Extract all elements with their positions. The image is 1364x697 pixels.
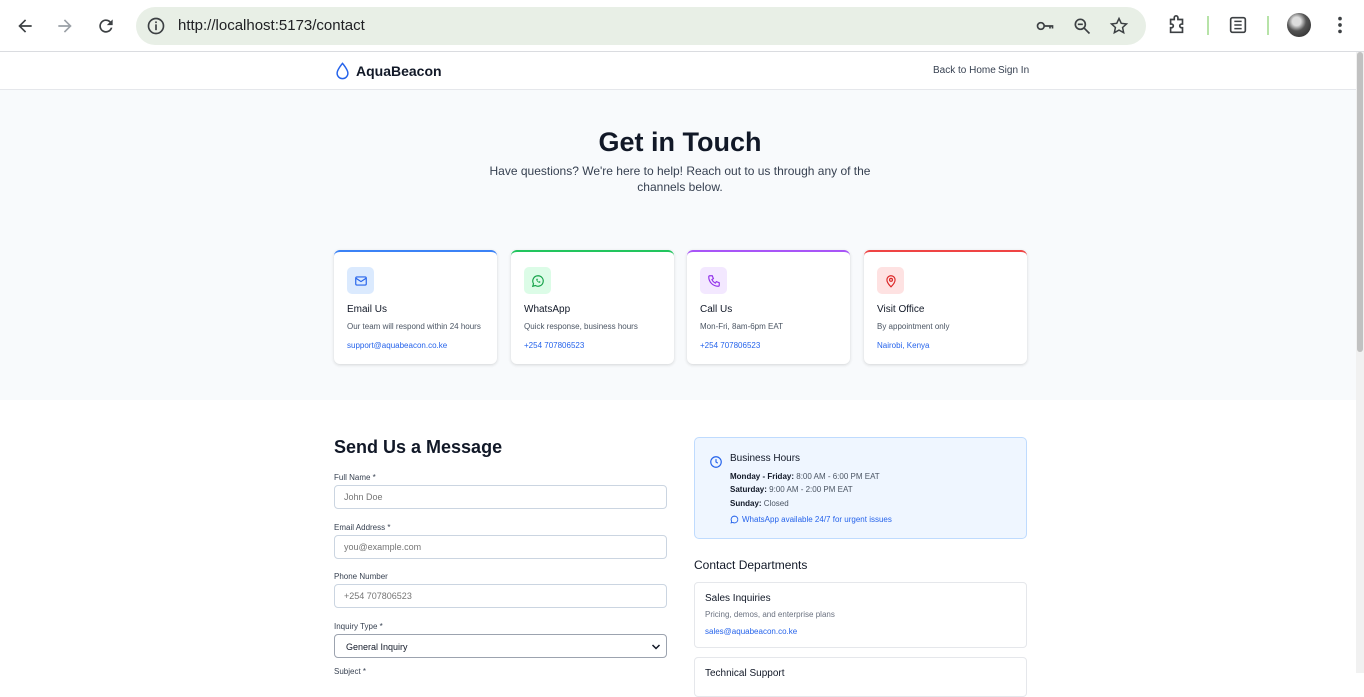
card-title: Email Us: [347, 304, 388, 315]
card-icon-wrap: [347, 267, 374, 294]
site-header: AquaBeacon Back to Home Sign In: [0, 52, 1356, 90]
toolbar-divider: [1267, 16, 1269, 35]
inquiry-type-value: General Inquiry: [346, 642, 408, 652]
card-title: Call Us: [700, 304, 733, 315]
email-input[interactable]: [334, 535, 667, 559]
map-pin-icon: [885, 274, 896, 288]
zoom-icon[interactable]: [1072, 16, 1092, 36]
card-icon-wrap: [877, 267, 904, 294]
whatsapp-icon: [730, 515, 739, 524]
hours-row: Saturday: 9:00 AM - 2:00 PM EAT: [730, 485, 853, 494]
whatsapp-icon: [531, 274, 544, 287]
card-title: WhatsApp: [524, 304, 571, 315]
arrow-left-icon: [18, 19, 32, 33]
phone-input[interactable]: [334, 584, 667, 608]
star-icon[interactable]: [1109, 16, 1129, 36]
subject-label: Subject *: [334, 667, 367, 676]
full-name-label: Full Name *: [334, 473, 376, 482]
department-name: Technical Support: [705, 668, 785, 679]
hours-time: Closed: [763, 499, 789, 508]
contact-card-office[interactable]: Visit Office By appointment only Nairobi…: [864, 250, 1027, 364]
menu-kebab-icon[interactable]: [1329, 14, 1351, 36]
card-description: Our team will respond within 24 hours: [347, 322, 481, 331]
page-title: Get in Touch: [598, 127, 762, 157]
departments-title: Contact Departments: [694, 558, 808, 572]
card-link[interactable]: Nairobi, Kenya: [877, 341, 929, 350]
brand-name: AquaBeacon: [356, 63, 442, 79]
department-description: Pricing, demos, and enterprise plans: [705, 610, 835, 619]
phone-label: Phone Number: [334, 572, 388, 581]
business-hours-title: Business Hours: [730, 453, 801, 464]
department-card: Sales Inquiries Pricing, demos, and ente…: [694, 582, 1027, 648]
whatsapp-note-text: WhatsApp available 24/7 for urgent issue…: [742, 515, 892, 524]
chevron-down-icon: [651, 644, 661, 650]
hours-time: 9:00 AM - 2:00 PM EAT: [769, 485, 853, 494]
hours-day: Monday - Friday:: [730, 472, 795, 481]
card-description: Mon-Fri, 8am-6pm EAT: [700, 322, 783, 331]
phone-icon: [707, 274, 720, 287]
contact-card-whatsapp[interactable]: WhatsApp Quick response, business hours …: [511, 250, 674, 364]
logo[interactable]: AquaBeacon: [335, 62, 442, 80]
forward-button[interactable]: [51, 12, 79, 40]
department-email[interactable]: sales@aquabeacon.co.ke: [705, 627, 797, 636]
back-to-home-link[interactable]: Back to Home: [933, 65, 996, 76]
card-link[interactable]: +254 707806523: [524, 341, 584, 350]
scrollbar-thumb[interactable]: [1357, 52, 1363, 352]
reload-button[interactable]: [92, 12, 120, 40]
page-scrollbar[interactable]: [1356, 52, 1364, 673]
sign-in-link[interactable]: Sign In: [998, 65, 1029, 76]
reload-icon: [99, 19, 113, 33]
card-title: Visit Office: [877, 304, 925, 315]
card-description: Quick response, business hours: [524, 322, 638, 331]
page-subtitle: Have questions? We're here to help! Reac…: [489, 164, 871, 194]
hours-day: Sunday:: [730, 499, 762, 508]
card-link[interactable]: support@aquabeacon.co.ke: [347, 341, 447, 350]
hero-section: Get in Touch Have questions? We're here …: [0, 90, 1356, 400]
email-label: Email Address *: [334, 523, 391, 532]
droplet-icon: [336, 62, 349, 80]
card-description: By appointment only: [877, 322, 950, 331]
full-name-input[interactable]: [334, 485, 667, 509]
browser-toolbar: http://localhost:5173/contact: [0, 0, 1364, 52]
card-link[interactable]: +254 707806523: [700, 341, 760, 350]
inquiry-type-label: Inquiry Type *: [334, 622, 383, 631]
toolbar-divider: [1207, 16, 1209, 35]
card-icon-wrap: [700, 267, 727, 294]
arrow-right-icon: [58, 19, 72, 33]
url-text: http://localhost:5173/contact: [178, 17, 365, 34]
info-icon: [147, 17, 165, 35]
clock-icon: [710, 456, 722, 468]
inquiry-type-select[interactable]: General Inquiry: [334, 634, 667, 658]
extensions-icon[interactable]: [1166, 14, 1188, 36]
address-bar[interactable]: http://localhost:5173/contact: [136, 7, 1146, 45]
contact-card-email[interactable]: Email Us Our team will respond within 24…: [334, 250, 497, 364]
department-name: Sales Inquiries: [705, 593, 771, 604]
contact-card-call[interactable]: Call Us Mon-Fri, 8am-6pm EAT +254 707806…: [687, 250, 850, 364]
business-hours-panel: Business Hours Monday - Friday: 8:00 AM …: [694, 437, 1027, 539]
mail-icon: [354, 275, 367, 286]
reading-list-icon[interactable]: [1227, 14, 1249, 36]
hours-row: Monday - Friday: 8:00 AM - 6:00 PM EAT: [730, 472, 880, 481]
hours-time: 8:00 AM - 6:00 PM EAT: [796, 472, 880, 481]
department-card: Technical Support: [694, 657, 1027, 697]
whatsapp-note[interactable]: WhatsApp available 24/7 for urgent issue…: [730, 515, 892, 524]
hours-day: Saturday:: [730, 485, 767, 494]
hours-row: Sunday: Closed: [730, 499, 789, 508]
card-icon-wrap: [524, 267, 551, 294]
key-icon[interactable]: [1035, 16, 1055, 36]
back-button[interactable]: [11, 12, 39, 40]
form-title: Send Us a Message: [334, 437, 503, 457]
profile-avatar[interactable]: [1287, 13, 1311, 37]
